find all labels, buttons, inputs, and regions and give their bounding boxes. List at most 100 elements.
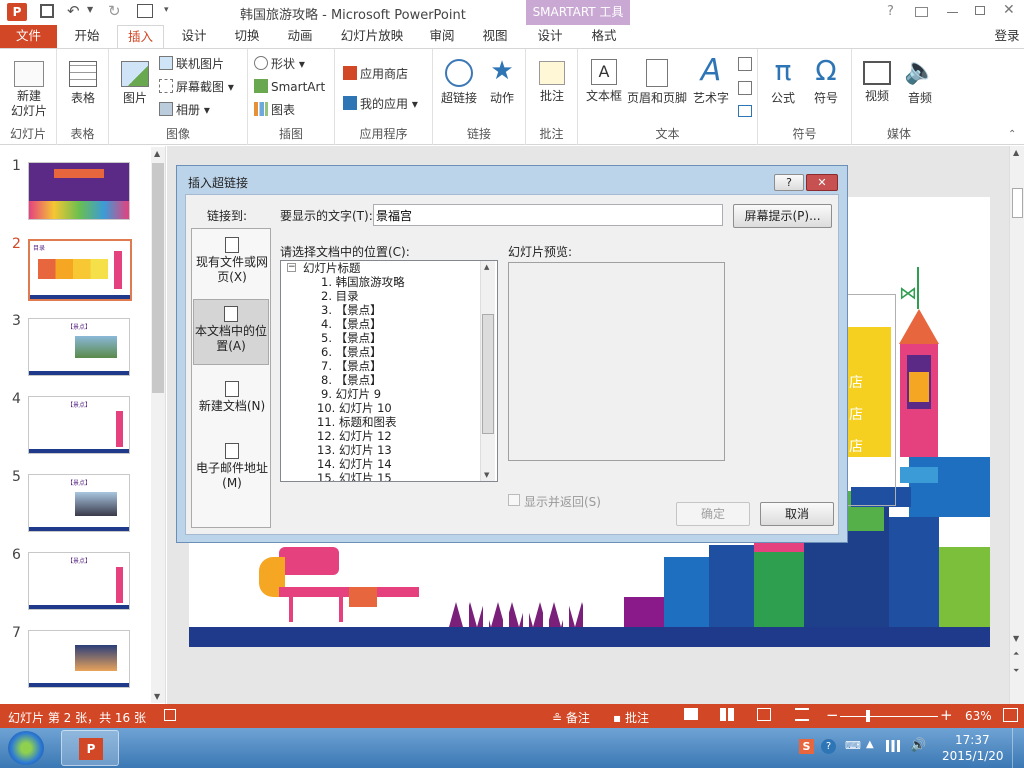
- next-slide-icon[interactable]: ⏷: [1013, 666, 1019, 676]
- prev-slide-icon[interactable]: ⏶: [1013, 649, 1019, 659]
- slide-thumbnail-7[interactable]: [28, 630, 130, 688]
- customize-qa-icon[interactable]: ▾: [164, 5, 169, 15]
- new-document-option[interactable]: 新建文档(N): [194, 381, 270, 414]
- online-picture-button[interactable]: 联机图片: [159, 54, 224, 74]
- normal-view-icon[interactable]: [684, 708, 698, 720]
- smartart-button[interactable]: SmartArt: [254, 77, 325, 97]
- dialog-help-button[interactable]: ?: [774, 174, 804, 191]
- taskbar-powerpoint-app[interactable]: P: [61, 730, 119, 766]
- tree-item-slide[interactable]: 3. 【景点】: [321, 303, 382, 317]
- scroll-down-icon[interactable]: ▼: [1013, 634, 1019, 643]
- video-button[interactable]: 视频: [856, 55, 898, 104]
- tree-item-slide[interactable]: 10. 幻灯片 10: [317, 401, 392, 415]
- chart-button[interactable]: 图表: [254, 100, 295, 120]
- spellcheck-icon[interactable]: [164, 709, 176, 721]
- comments-button[interactable]: ▪ 批注: [613, 709, 649, 726]
- album-button[interactable]: 相册 ▾: [159, 100, 210, 120]
- tree-scrollbar[interactable]: ▲ ▼: [480, 261, 495, 481]
- date-time-icon[interactable]: [738, 57, 752, 71]
- email-address-option[interactable]: 电子邮件地址 (M): [194, 443, 270, 491]
- ribbon-display-icon[interactable]: [915, 7, 928, 17]
- help-button[interactable]: ?: [887, 4, 894, 19]
- scroll-up-icon[interactable]: ▲: [1013, 148, 1019, 157]
- audio-button[interactable]: 🔈 音频: [900, 55, 940, 106]
- slide-scrollbar[interactable]: ▲ ▼ ⏶ ⏷: [1009, 146, 1024, 704]
- tree-item-slide[interactable]: 8. 【景点】: [321, 373, 382, 387]
- zoom-out-icon[interactable]: −: [826, 706, 839, 724]
- tree-item-slide[interactable]: 9. 幻灯片 9: [321, 387, 381, 401]
- restore-icon[interactable]: [975, 6, 985, 15]
- slideshow-view-icon[interactable]: [795, 708, 809, 721]
- textbox-button[interactable]: A 文本框: [584, 55, 624, 104]
- app-store-button[interactable]: 应用商店: [343, 64, 408, 84]
- scroll-thumb[interactable]: [152, 163, 164, 393]
- tree-item-slide[interactable]: 1. 韩国旅游攻略: [321, 275, 405, 289]
- slide-thumbnail-3[interactable]: 【景点】: [28, 318, 130, 376]
- slide-thumbnail-6[interactable]: 【景点】: [28, 552, 130, 610]
- slide-thumbnail-4[interactable]: 【景点】: [28, 396, 130, 454]
- cancel-button[interactable]: 取消: [760, 502, 834, 526]
- tree-item-slide[interactable]: 4. 【景点】: [321, 317, 382, 331]
- action-button[interactable]: ★ 动作: [483, 55, 521, 106]
- help-tray-icon[interactable]: ?: [821, 739, 836, 754]
- shapes-button[interactable]: 形状 ▾: [254, 54, 305, 74]
- clock-time[interactable]: 17:37: [955, 733, 990, 747]
- display-text-input[interactable]: [373, 204, 723, 226]
- scroll-up-icon[interactable]: ▲: [484, 263, 489, 271]
- slide-thumbnail-5[interactable]: 【景点】: [28, 474, 130, 532]
- dialog-close-button[interactable]: ✕: [806, 174, 838, 191]
- tree-item-slide[interactable]: 15. 幻灯片 15: [317, 471, 392, 481]
- zoom-slider-thumb[interactable]: [866, 710, 870, 722]
- notes-button[interactable]: ≗ 备注: [552, 709, 590, 726]
- smartart-selection-frame[interactable]: [844, 294, 896, 506]
- tab-animations[interactable]: 动画: [277, 25, 323, 48]
- slide-sorter-icon[interactable]: [720, 708, 734, 721]
- scroll-thumb[interactable]: [482, 314, 494, 434]
- undo-dropdown-icon[interactable]: ▼: [87, 5, 93, 14]
- tree-item-slide[interactable]: 5. 【景点】: [321, 331, 382, 345]
- symbol-button[interactable]: Ω 符号: [806, 55, 846, 106]
- object-icon[interactable]: [738, 105, 752, 117]
- scroll-down-icon[interactable]: ▼: [484, 471, 489, 479]
- tab-design[interactable]: 设计: [171, 25, 217, 48]
- scroll-thumb[interactable]: [1012, 188, 1023, 218]
- show-hidden-icons[interactable]: ▲: [866, 739, 874, 750]
- tree-item-slide[interactable]: 7. 【景点】: [321, 359, 382, 373]
- ok-button[interactable]: 确定: [676, 502, 750, 526]
- tree-item-slide[interactable]: 13. 幻灯片 13: [317, 443, 392, 457]
- zoom-level[interactable]: 63%: [965, 709, 992, 723]
- powerpoint-app-icon[interactable]: P: [7, 3, 27, 21]
- table-button[interactable]: 表格: [63, 55, 103, 106]
- slideshow-icon[interactable]: [137, 4, 153, 18]
- keyboard-tray-icon[interactable]: ⌨: [845, 739, 861, 752]
- existing-file-option[interactable]: 现有文件或网 页(X): [194, 237, 270, 285]
- fit-slide-icon[interactable]: [1003, 708, 1018, 722]
- sogou-icon[interactable]: S: [799, 739, 814, 754]
- tab-file[interactable]: 文件: [0, 25, 57, 48]
- new-slide-button[interactable]: 新建 幻灯片: [6, 55, 52, 119]
- place-in-document-option[interactable]: 本文档中的位 置(A): [193, 299, 269, 365]
- tab-smartart-design[interactable]: 设计: [527, 25, 573, 48]
- hyperlink-button[interactable]: 超链接: [437, 55, 481, 106]
- tree-item-slide[interactable]: 2. 目录: [321, 289, 359, 303]
- tree-item-slide[interactable]: 12. 幻灯片 12: [317, 429, 392, 443]
- tree-root[interactable]: 幻灯片标题: [303, 261, 361, 275]
- tab-smartart-format[interactable]: 格式: [581, 25, 627, 48]
- screenshot-button[interactable]: 屏幕截图 ▾: [159, 77, 234, 97]
- start-button-icon[interactable]: [8, 731, 44, 765]
- zoom-slider[interactable]: [840, 716, 938, 717]
- scroll-down-icon[interactable]: ▼: [154, 692, 160, 701]
- tree-collapse-icon[interactable]: −: [287, 263, 296, 272]
- tree-item-slide[interactable]: 6. 【景点】: [321, 345, 382, 359]
- header-footer-button[interactable]: 页眉和页脚: [626, 55, 688, 106]
- comment-button[interactable]: 批注: [532, 55, 572, 104]
- picture-button[interactable]: 图片: [117, 55, 153, 106]
- close-icon[interactable]: ✕: [1003, 2, 1015, 18]
- my-apps-button[interactable]: 我的应用 ▾: [343, 94, 418, 114]
- slide-thumbnail-2[interactable]: 目录: [28, 239, 132, 301]
- redo-icon[interactable]: ↻: [108, 2, 121, 20]
- tab-view[interactable]: 视图: [473, 25, 517, 48]
- tab-slideshow[interactable]: 幻灯片放映: [334, 25, 410, 48]
- tab-insert[interactable]: 插入: [117, 25, 164, 48]
- login-link[interactable]: 登录: [990, 25, 1024, 48]
